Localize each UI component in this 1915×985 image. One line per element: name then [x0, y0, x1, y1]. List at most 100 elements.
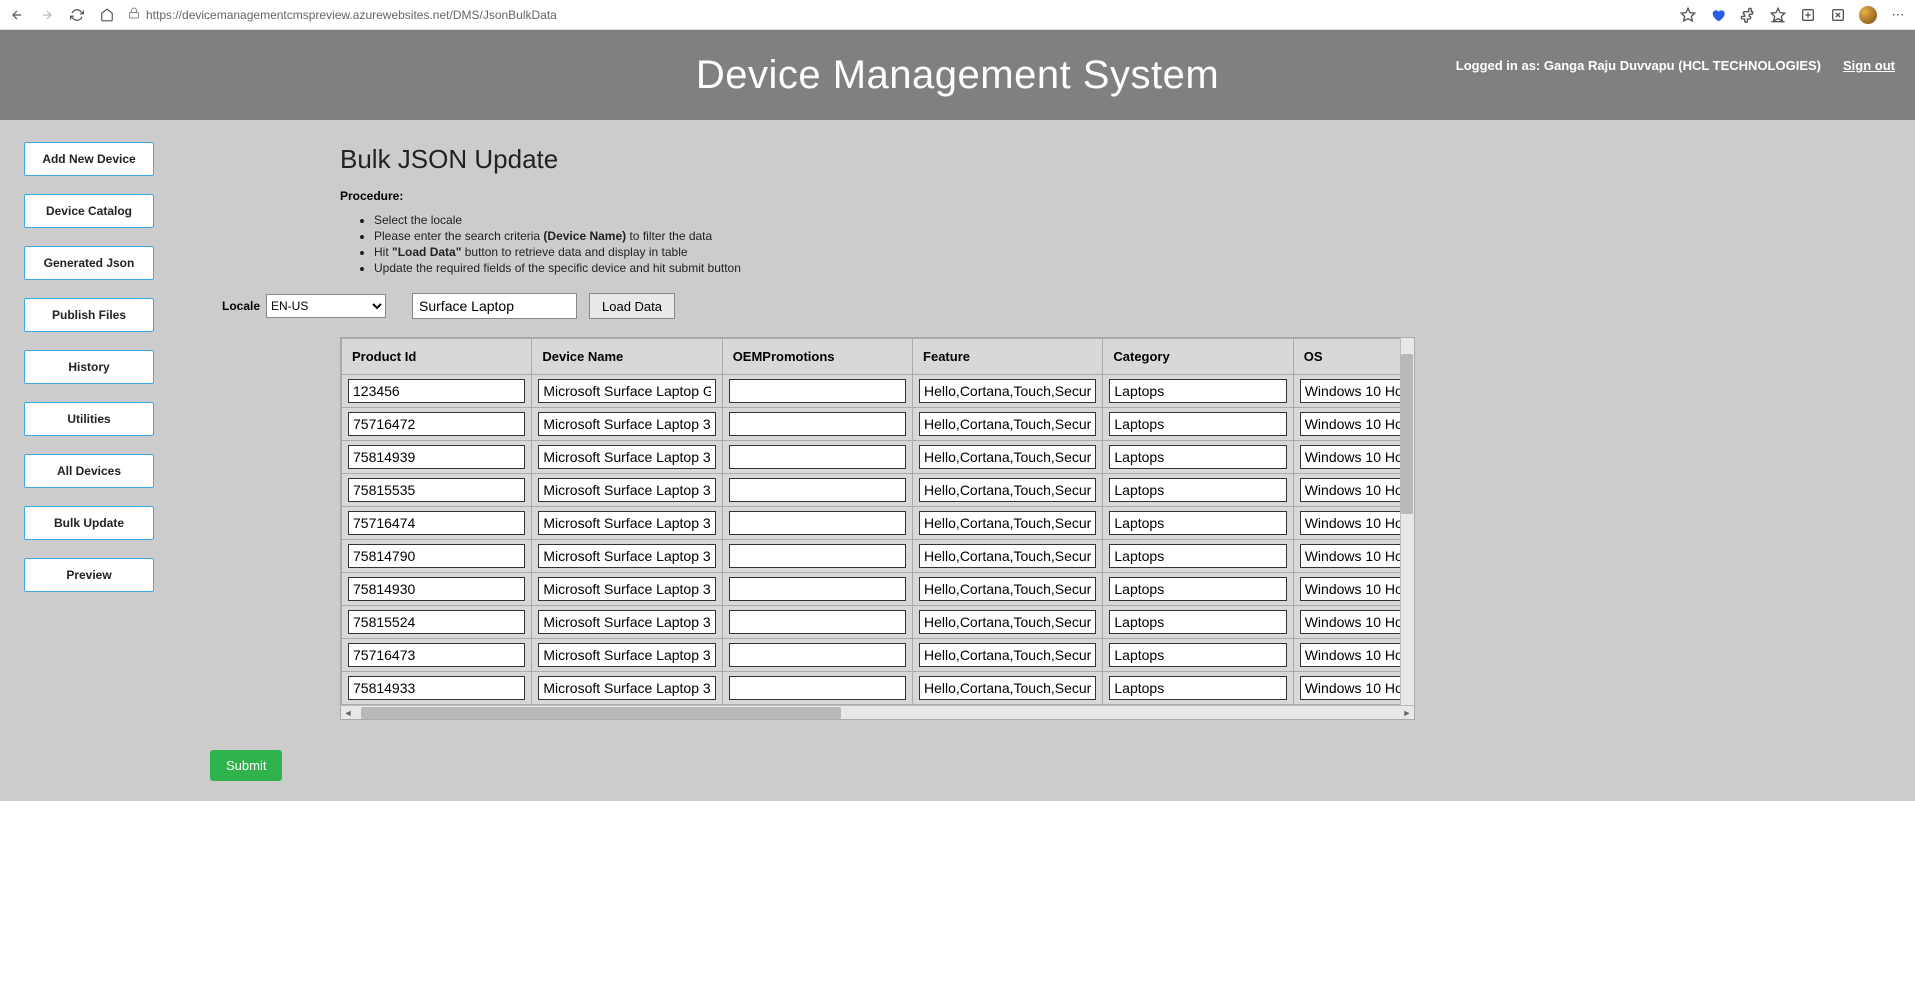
- cell-input-feature[interactable]: [919, 610, 1096, 634]
- home-icon[interactable]: [98, 6, 116, 24]
- cell-input-product_id[interactable]: [348, 544, 525, 568]
- cell-input-feature[interactable]: [919, 676, 1096, 700]
- more-icon[interactable]: ⋯: [1889, 6, 1907, 24]
- cell-input-os[interactable]: [1300, 511, 1407, 535]
- cell-input-feature[interactable]: [919, 412, 1096, 436]
- cell-input-oem[interactable]: [729, 676, 906, 700]
- cell-input-category[interactable]: [1109, 676, 1286, 700]
- sidebar-utilities[interactable]: Utilities: [24, 402, 154, 436]
- profile-avatar[interactable]: [1859, 6, 1877, 24]
- procedure-step: Select the locale: [374, 213, 1915, 227]
- url-text: https://devicemanagementcmspreview.azure…: [146, 8, 557, 22]
- favorite-star-icon[interactable]: [1679, 6, 1697, 24]
- th-feature: Feature: [913, 339, 1103, 375]
- heart-icon[interactable]: [1709, 6, 1727, 24]
- cell-input-device_name[interactable]: [538, 676, 715, 700]
- cell-input-os[interactable]: [1300, 478, 1407, 502]
- table-row: [342, 408, 1414, 441]
- cell-input-device_name[interactable]: [538, 577, 715, 601]
- cell-input-feature[interactable]: [919, 511, 1096, 535]
- cell-input-product_id[interactable]: [348, 412, 525, 436]
- sidebar-preview[interactable]: Preview: [24, 558, 154, 592]
- extensions-icon[interactable]: [1739, 6, 1757, 24]
- cell-input-device_name[interactable]: [538, 610, 715, 634]
- cell-input-category[interactable]: [1109, 577, 1286, 601]
- scroll-thumb[interactable]: [361, 707, 841, 719]
- cell-input-feature[interactable]: [919, 643, 1096, 667]
- cell-input-device_name[interactable]: [538, 544, 715, 568]
- collections-icon[interactable]: [1799, 6, 1817, 24]
- cell-input-category[interactable]: [1109, 610, 1286, 634]
- cell-input-category[interactable]: [1109, 643, 1286, 667]
- scroll-left-icon[interactable]: ◄: [341, 706, 355, 720]
- sidebar-publish-files[interactable]: Publish Files: [24, 298, 154, 332]
- cell-input-product_id[interactable]: [348, 643, 525, 667]
- table-row: [342, 540, 1414, 573]
- sidebar-bulk-update[interactable]: Bulk Update: [24, 506, 154, 540]
- cell-input-product_id[interactable]: [348, 610, 525, 634]
- cell-input-os[interactable]: [1300, 643, 1407, 667]
- cell-input-device_name[interactable]: [538, 379, 715, 403]
- cell-input-oem[interactable]: [729, 610, 906, 634]
- load-data-button[interactable]: Load Data: [589, 293, 675, 319]
- vertical-scrollbar[interactable]: [1400, 338, 1414, 705]
- cell-input-oem[interactable]: [729, 412, 906, 436]
- sidebar-history[interactable]: History: [24, 350, 154, 384]
- sidebar-add-new-device[interactable]: Add New Device: [24, 142, 154, 176]
- cell-input-device_name[interactable]: [538, 445, 715, 469]
- cell-input-product_id[interactable]: [348, 511, 525, 535]
- cell-input-os[interactable]: [1300, 412, 1407, 436]
- cell-input-os[interactable]: [1300, 577, 1407, 601]
- app-icon[interactable]: [1829, 6, 1847, 24]
- locale-select[interactable]: EN-US: [266, 294, 386, 318]
- sidebar-device-catalog[interactable]: Device Catalog: [24, 194, 154, 228]
- cell-input-oem[interactable]: [729, 577, 906, 601]
- cell-input-oem[interactable]: [729, 643, 906, 667]
- cell-input-os[interactable]: [1300, 610, 1407, 634]
- cell-input-os[interactable]: [1300, 544, 1407, 568]
- cell-input-device_name[interactable]: [538, 412, 715, 436]
- cell-input-os[interactable]: [1300, 379, 1407, 403]
- scroll-thumb[interactable]: [1401, 354, 1413, 514]
- address-bar[interactable]: https://devicemanagementcmspreview.azure…: [128, 7, 1667, 22]
- cell-input-oem[interactable]: [729, 544, 906, 568]
- cell-input-device_name[interactable]: [538, 643, 715, 667]
- cell-input-category[interactable]: [1109, 478, 1286, 502]
- cell-input-oem[interactable]: [729, 379, 906, 403]
- cell-input-feature[interactable]: [919, 379, 1096, 403]
- submit-button[interactable]: Submit: [210, 750, 282, 781]
- scroll-right-icon[interactable]: ►: [1400, 706, 1414, 720]
- cell-input-category[interactable]: [1109, 379, 1286, 403]
- cell-input-product_id[interactable]: [348, 445, 525, 469]
- horizontal-scrollbar[interactable]: ◄ ►: [341, 705, 1414, 719]
- favorites-icon[interactable]: [1769, 6, 1787, 24]
- cell-input-device_name[interactable]: [538, 478, 715, 502]
- cell-input-product_id[interactable]: [348, 577, 525, 601]
- procedure-step: Please enter the search criteria (Device…: [374, 229, 1915, 243]
- refresh-icon[interactable]: [68, 6, 86, 24]
- cell-input-category[interactable]: [1109, 511, 1286, 535]
- cell-input-oem[interactable]: [729, 478, 906, 502]
- device-name-search-input[interactable]: [412, 293, 577, 319]
- cell-input-product_id[interactable]: [348, 478, 525, 502]
- cell-input-category[interactable]: [1109, 445, 1286, 469]
- sidebar-generated-json[interactable]: Generated Json: [24, 246, 154, 280]
- cell-input-feature[interactable]: [919, 544, 1096, 568]
- signout-link[interactable]: Sign out: [1843, 58, 1895, 73]
- cell-input-product_id[interactable]: [348, 676, 525, 700]
- cell-input-category[interactable]: [1109, 412, 1286, 436]
- back-icon[interactable]: [8, 6, 26, 24]
- cell-input-category[interactable]: [1109, 544, 1286, 568]
- cell-input-oem[interactable]: [729, 445, 906, 469]
- cell-input-oem[interactable]: [729, 511, 906, 535]
- page-title: Bulk JSON Update: [340, 144, 1915, 175]
- cell-input-os[interactable]: [1300, 445, 1407, 469]
- cell-input-feature[interactable]: [919, 445, 1096, 469]
- procedure-list: Select the locale Please enter the searc…: [374, 213, 1915, 275]
- cell-input-feature[interactable]: [919, 478, 1096, 502]
- cell-input-product_id[interactable]: [348, 379, 525, 403]
- cell-input-device_name[interactable]: [538, 511, 715, 535]
- cell-input-os[interactable]: [1300, 676, 1407, 700]
- cell-input-feature[interactable]: [919, 577, 1096, 601]
- sidebar-all-devices[interactable]: All Devices: [24, 454, 154, 488]
